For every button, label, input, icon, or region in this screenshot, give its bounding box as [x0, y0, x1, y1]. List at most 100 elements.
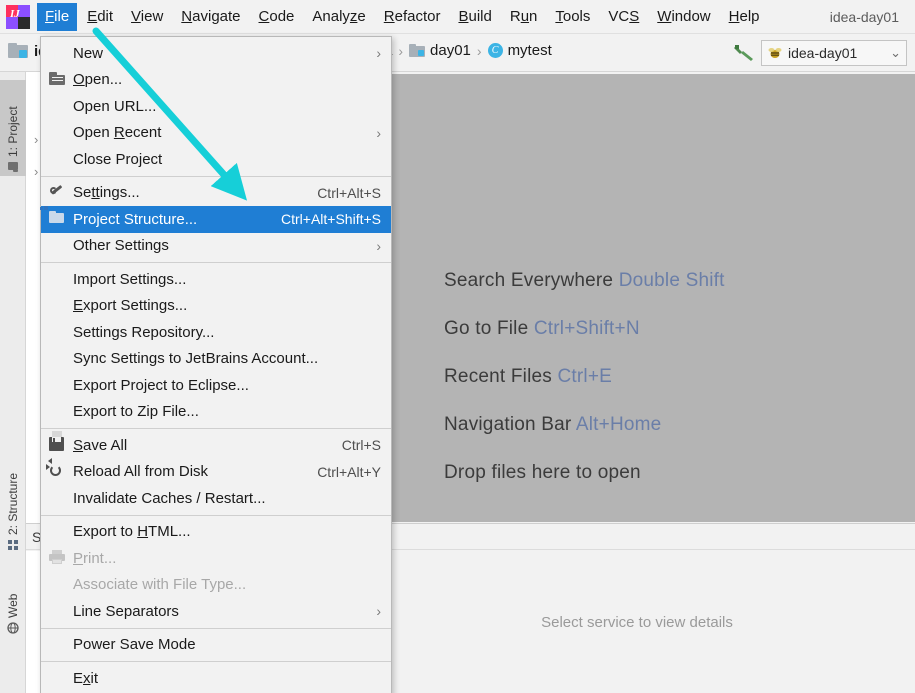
file-menu-item-label: Open Recent	[73, 124, 162, 142]
tree-expand-arrow-icon[interactable]: ›	[34, 132, 38, 147]
file-menu-item-sync-settings-to-jetbrains-account[interactable]: Sync Settings to JetBrains Account...	[41, 346, 391, 373]
menubar-item-code[interactable]: Code	[251, 3, 303, 31]
menubar-item-help[interactable]: Help	[721, 3, 768, 31]
editor-tip-navigation-bar: Navigation Bar Alt+Home	[444, 414, 725, 436]
file-menu-item-label: Open URL...	[73, 97, 157, 115]
editor-tip-shortcut: Ctrl+E	[557, 366, 613, 387]
breadcrumb-item-mytest[interactable]: C mytest	[487, 42, 552, 59]
file-menu-item-label: Import Settings...	[73, 270, 187, 288]
file-menu-item-open-url[interactable]: Open URL...	[41, 93, 391, 120]
breadcrumb-item-day01[interactable]: day01	[409, 42, 471, 59]
file-menu-item-label: Line Separators	[73, 602, 179, 620]
menubar-item-navigate[interactable]: Navigate	[173, 3, 248, 31]
menubar-item-label: Tools	[555, 7, 591, 25]
file-menu-item-label: New	[73, 44, 104, 62]
chevron-down-icon: ⌄	[890, 45, 901, 60]
maven-bee-icon	[767, 46, 783, 60]
file-menu-item-other-settings[interactable]: Other Settings ›	[41, 233, 391, 260]
folder-icon	[49, 71, 66, 88]
file-menu-item-shortcut: Ctrl+Alt+S	[317, 184, 381, 201]
editor-tip-shortcut: Ctrl+Shift+N	[533, 318, 640, 339]
menubar-item-label: Refactor	[383, 7, 441, 25]
editor-tip-shortcut: Alt+Home	[575, 414, 662, 435]
file-menu-item-shortcut: Ctrl+Alt+Shift+S	[281, 211, 381, 228]
menubar-item-label: View	[131, 7, 164, 25]
menu-separator	[41, 175, 391, 177]
file-menu-item-open[interactable]: Open...	[41, 67, 391, 94]
intellij-idea-window: IJ File Edit View Navigate Code Analyze Refact…	[0, 0, 915, 693]
file-menu-item-settings-repository[interactable]: Settings Repository...	[41, 319, 391, 346]
menu-separator	[41, 428, 391, 429]
build-hammer-icon[interactable]	[733, 43, 755, 63]
editor-tip-action: Search Everywhere	[444, 270, 614, 291]
file-menu-item-label: Power Save Mode	[73, 636, 196, 654]
editor-tip-action: Go to File	[444, 318, 529, 339]
editor-scrollbar[interactable]	[905, 74, 915, 522]
menubar-item-tools[interactable]: Tools	[547, 3, 598, 31]
menubar-item-label: Code	[258, 7, 295, 25]
file-menu-item-label: Close Project	[73, 150, 163, 168]
services-detail-pane: Select service to view details	[359, 551, 915, 693]
menubar-item-label: File	[45, 7, 70, 25]
menubar-item-label: Window	[657, 7, 711, 25]
editor-shortcut-tips: Search Everywhere Double Shift Go to File…	[444, 270, 725, 484]
tree-expand-arrow-icon[interactable]: ›	[34, 164, 38, 179]
menubar-item-file[interactable]: File	[37, 2, 78, 31]
file-menu-item-close-project[interactable]: Close Project	[41, 146, 391, 173]
file-menu-item-label: Invalidate Caches / Restart...	[73, 489, 266, 507]
editor-empty-area: Search Everywhere Double Shift Go to File…	[388, 74, 915, 522]
menubar-item-label: Help	[728, 7, 760, 25]
file-menu-item-power-save-mode[interactable]: Power Save Mode	[41, 632, 391, 659]
menubar-item-build[interactable]: Build	[450, 3, 499, 31]
file-menu-item-label: Settings...	[73, 184, 140, 202]
file-menu-item-import-settings[interactable]: Import Settings...	[41, 266, 391, 293]
services-placeholder-text: Select service to view details	[541, 614, 733, 631]
file-menu-item-export-settings[interactable]: Export Settings...	[41, 293, 391, 320]
tool-window-tab-web[interactable]: Web	[0, 570, 26, 638]
menubar-item-edit[interactable]: Edit	[79, 3, 121, 31]
menubar-item-vcs[interactable]: VCS	[600, 3, 647, 31]
menu-separator	[41, 627, 391, 629]
file-menu-item-new[interactable]: New ›	[41, 40, 391, 67]
file-menu-item-label: Print...	[73, 549, 117, 567]
file-menu-item-invalidate-caches-restart[interactable]: Invalidate Caches / Restart...	[41, 485, 391, 512]
window-project-title: idea-day01	[829, 8, 899, 25]
tool-window-tab-favorites[interactable]: 2: Favorites	[0, 652, 26, 693]
editor-tip-go-to-file: Go to File Ctrl+Shift+N	[444, 318, 725, 340]
editor-tip-search-everywhere: Search Everywhere Double Shift	[444, 270, 725, 292]
tool-window-tab-project[interactable]: 1: Project	[0, 80, 26, 176]
file-menu-item-label: Reload All from Disk	[73, 463, 209, 481]
file-menu-item-label: Export Project to Eclipse...	[73, 376, 249, 394]
breadcrumb: a › day01 › C mytest	[384, 42, 552, 59]
file-menu-item-save-all[interactable]: Save All Ctrl+S	[41, 431, 391, 459]
file-menu-item-reload-all-from-disk[interactable]: Reload All from Disk Ctrl+Alt+Y	[41, 457, 391, 486]
menubar-item-label: VCS	[608, 7, 640, 25]
structure-icon	[6, 539, 20, 550]
menu-separator	[41, 514, 391, 516]
menubar-item-run[interactable]: Run	[502, 3, 546, 31]
file-menu-item-label: Associate with File Type...	[73, 576, 247, 594]
menubar-item-analyze[interactable]: Analyze	[304, 3, 373, 31]
breadcrumb-label-mytest: mytest	[507, 42, 552, 59]
file-menu-item-shortcut: Ctrl+Alt+Y	[317, 463, 381, 480]
file-menu-item-settings[interactable]: Settings... Ctrl+Alt+S	[41, 180, 391, 207]
breadcrumb-separator: ›	[476, 42, 482, 59]
run-configuration-selector[interactable]: idea-day01 ⌄	[761, 40, 907, 66]
print-icon	[49, 550, 66, 566]
menubar-item-view[interactable]: View	[123, 3, 171, 31]
file-menu-item-open-recent[interactable]: Open Recent ›	[41, 120, 391, 147]
file-menu-item-project-structure[interactable]: Project Structure... Ctrl+Alt+Shift+S	[40, 206, 391, 233]
menu-bar-items: File Edit View Navigate Code Analyze Refactor B…	[36, 2, 769, 31]
menubar-item-window[interactable]: Window	[649, 3, 718, 31]
file-menu-item-line-separators[interactable]: Line Separators ›	[41, 598, 391, 625]
tool-window-tab-structure[interactable]: 2: Structure	[0, 442, 26, 554]
file-menu-item-label: Open...	[73, 71, 123, 89]
submenu-chevron-icon: ›	[376, 124, 381, 141]
menubar-item-refactor[interactable]: Refactor	[376, 3, 449, 31]
file-menu-item-export-project-to-eclipse[interactable]: Export Project to Eclipse...	[41, 372, 391, 399]
file-menu-item-export-to-zip-file[interactable]: Export to Zip File...	[41, 399, 391, 426]
file-menu-item-exit[interactable]: Exit	[41, 665, 391, 692]
file-menu-item-print: Print...	[41, 545, 391, 572]
file-menu-item-export-to-html[interactable]: Export to HTML...	[41, 519, 391, 546]
run-config-label: idea-day01	[788, 45, 858, 61]
